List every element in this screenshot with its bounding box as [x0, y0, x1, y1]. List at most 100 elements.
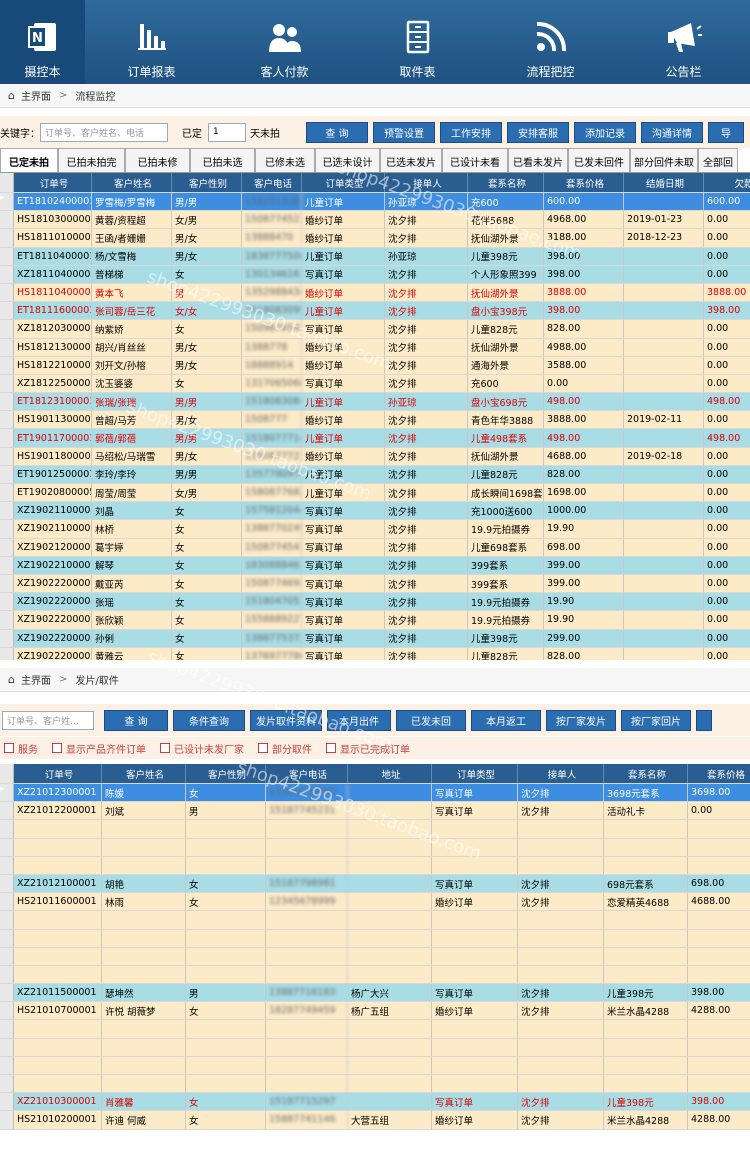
table-row[interactable]: XZ19021200001葛宇婷女15087745439写真订单沈夕排儿童698…	[0, 538, 750, 557]
table-row[interactable]	[0, 1075, 750, 1094]
column-header[interactable]: 订单号	[14, 764, 102, 783]
status-tab-7[interactable]: 已设计未看	[442, 148, 508, 172]
status-tab-1[interactable]: 已拍未拍完	[58, 148, 125, 172]
filter-option-2[interactable]: 已设计未发厂家	[160, 741, 244, 756]
status-tab-8[interactable]: 已看未发片	[508, 148, 568, 172]
table-row[interactable]: XZ21012100001 胡艳女 15187798981 写真订单 沈夕排 698元套系…	[0, 874, 750, 894]
table-row[interactable]: HS18103000001黄蓉/资程超女/男15087745231婚纱订单沈夕排…	[0, 211, 750, 230]
filter-option-1[interactable]: 显示产品齐件订单	[52, 741, 146, 756]
breadcrumb-home[interactable]: 主界面	[21, 672, 51, 687]
status-tab-5[interactable]: 已选未设计	[315, 148, 380, 172]
table-row[interactable]: XZ18110400002普梯梯女13013461636写真订单沈夕排个人形象照…	[0, 265, 750, 284]
table-row[interactable]	[0, 1056, 750, 1075]
home-icon[interactable]: ⌂	[8, 673, 15, 686]
table-row[interactable]: XZ21012200001 刘斌男 15187745231 写真订单 沈夕排 活动礼卡 0.…	[0, 802, 750, 821]
pickup-button-2[interactable]: 发片取件资料	[250, 709, 322, 731]
column-header[interactable]: 客户姓名	[92, 173, 172, 192]
toolbar-button-3[interactable]: 安排客服	[507, 121, 569, 143]
table-row[interactable]: XZ19021100001刘晶女15758120442写真订单沈夕排充1000送…	[0, 502, 750, 521]
pickup-button-1[interactable]: 条件查询	[173, 709, 245, 731]
status-tab-10[interactable]: 部分回件未取	[630, 148, 698, 172]
pickup-button-6[interactable]: 按厂家发片	[546, 709, 616, 731]
table-row[interactable]: ET18111600001张司蓉/岳三花女/女15180830958儿童订单沈夕…	[0, 302, 750, 321]
table-row[interactable]: XZ21010300001 肖雅馨女 15187715297 写真订单 沈夕排 儿童398…	[0, 1093, 750, 1112]
table-row[interactable]	[0, 947, 750, 966]
toolbar-button-1[interactable]: 预警设置	[373, 121, 435, 143]
table-row[interactable]: HS21010700001 许悦 胡薇梦女 18287749459 杨广五组 婚纱订单沈…	[0, 1002, 750, 1021]
status-tab-6[interactable]: 已选未发片	[380, 148, 442, 172]
table-row[interactable]: HS21010200001 许迪 何威女 15887741146 大营五组 婚纱订单 沈夕…	[0, 1111, 750, 1130]
table-row[interactable]: HS18121300001 胡兴/肖丝丝 男/女 1388778 婚纱订单 沈夕排 抚仙湖外…	[0, 338, 750, 357]
table-row[interactable]	[0, 911, 750, 930]
table-row[interactable]: ET19020800005周莹/周莹女/男15808776824儿童订单沈夕排成…	[0, 484, 750, 503]
checkbox[interactable]	[52, 743, 62, 753]
checkbox[interactable]	[258, 743, 268, 753]
table-row[interactable]: HS18110100001 王函/者姗姗 男/女 13888470 婚纱订单 沈夕排 抚仙湖…	[0, 229, 750, 248]
column-header[interactable]: 客户电话	[266, 764, 348, 783]
table-row[interactable]	[0, 965, 750, 985]
column-header[interactable]: 地址	[348, 764, 432, 783]
toolbar-button-6[interactable]: 导	[708, 121, 744, 143]
status-tab-0[interactable]: 已定未拍	[0, 148, 58, 172]
table-row[interactable]: HS18122100001 刘开文/孙榕 男/女 18888914 婚纱订单 沈夕排 通海外…	[0, 356, 750, 375]
table-row[interactable]	[0, 1038, 750, 1057]
home-icon[interactable]: ⌂	[8, 89, 15, 102]
breadcrumb-home[interactable]: 主界面	[21, 88, 51, 103]
table-row[interactable]: ▸ XZ21012300001 陈媛女 13345678903 写真订单 沈夕排 3698元…	[0, 784, 750, 803]
nav-item-2[interactable]: 客人付款	[218, 0, 351, 84]
column-header[interactable]: 客户性别	[172, 173, 242, 192]
nav-item-0[interactable]: N 摄控本	[0, 0, 85, 84]
table-row[interactable]	[0, 838, 750, 857]
table-row[interactable]: XZ19022200005黄雅云女13769777860写真订单沈夕排儿童828…	[0, 647, 750, 660]
column-header[interactable]: 客户电话	[242, 173, 302, 192]
filter-option-3[interactable]: 部分取件	[258, 741, 312, 756]
table-row[interactable]: XZ19021100002林桥女13887702496写真订单沈夕排19.9元拍…	[0, 520, 750, 539]
filter-option-0[interactable]: 服务	[4, 741, 38, 756]
column-header[interactable]: 套系名称	[604, 764, 688, 783]
checkbox[interactable]	[160, 743, 170, 753]
pickup-button-4[interactable]: 已发未回	[396, 709, 466, 731]
column-header[interactable]: 套系价格	[544, 173, 624, 192]
column-header[interactable]: 客户姓名	[102, 764, 186, 783]
table-row[interactable]: HS18110400003黄本飞男13529884342婚纱订单沈夕排抚仙湖外景…	[0, 283, 750, 303]
column-header[interactable]: 接单人	[385, 173, 468, 192]
table-row[interactable]: HS19011800001马绍松/马瑞雪男/女13508777214婚纱订单沈夕…	[0, 447, 750, 466]
table-row[interactable]: XZ19022200004孙俐女13887753727写真订单沈夕排儿童398元…	[0, 629, 750, 648]
column-header[interactable]: 结婚日期	[624, 173, 704, 192]
table-row[interactable]: ▸ET18102400001罗雪梅/罗雪梅男/男15825133821儿童订单孙…	[0, 193, 750, 212]
status-tab-9[interactable]: 已发未回件	[568, 148, 630, 172]
fixed-days-input[interactable]: 1	[208, 122, 246, 142]
table-row[interactable]: ET18123100001张瑞/张瑞男/男15180830840儿童订单孙亚琼盘…	[0, 393, 750, 412]
column-header[interactable]: 套系价格	[688, 764, 750, 783]
status-tab-2[interactable]: 已拍未修	[125, 148, 190, 172]
toolbar-button-5[interactable]: 沟通详情	[641, 121, 703, 143]
pickup-button-3[interactable]: 本月出件	[327, 709, 391, 731]
column-header[interactable]: 订单类型	[302, 173, 385, 192]
table-row[interactable]: HS21011600001 林雨女 12345678999 婚纱订单 沈夕排 恋爱精英46…	[0, 893, 750, 912]
checkbox[interactable]	[326, 743, 336, 753]
toolbar-button-4[interactable]: 添加记录	[574, 121, 636, 143]
table-row[interactable]	[0, 856, 750, 875]
nav-item-5[interactable]: 公告栏	[617, 0, 750, 84]
table-row[interactable]: XZ19022200001戴亚芮女15087746929写真订单沈夕排399套系…	[0, 574, 750, 594]
table-row[interactable]: ET18110400001杨/文雪梅男/女18387775080儿童订单孙亚琼儿…	[0, 247, 750, 266]
table-row[interactable]: XZ18122500001沈玉婆婆女13170650686写真订单沈夕排充600…	[0, 374, 750, 394]
filter-option-4[interactable]: 显示已完成订单	[326, 741, 410, 756]
nav-item-1[interactable]: 订单报表	[85, 0, 218, 84]
toolbar-button-0[interactable]: 查 询	[306, 121, 368, 143]
pickup-button-7[interactable]: 按厂家回片	[621, 709, 691, 731]
status-tab-3[interactable]: 已拍未选	[190, 148, 255, 172]
table-row[interactable]: XZ19022200003张欣颖女15588892279写真订单沈夕排19.9元…	[0, 611, 750, 630]
pickup-button-8[interactable]	[696, 709, 712, 731]
column-header[interactable]: 客户性别	[186, 764, 266, 783]
pickup-search-input[interactable]: 订单号、客户姓...	[2, 710, 94, 730]
toolbar-button-2[interactable]: 工作安排	[440, 121, 502, 143]
table-row[interactable]: HS19011300001 曾超/马芳 男/女 1508777 婚纱订单 沈夕排 青色年华3…	[0, 411, 750, 430]
status-tab-4[interactable]: 已修未选	[255, 148, 315, 172]
column-header[interactable]: 订单号	[14, 173, 92, 192]
table-row[interactable]: XZ21011500001 瑟坤然男 13887716183 杨广大兴 写真订单 沈夕排儿…	[0, 984, 750, 1003]
keyword-input[interactable]: 订单号、客户姓名、电话	[40, 122, 168, 142]
table-row[interactable]: XZ19022100001解琴女18308884615写真订单沈夕排399套系3…	[0, 556, 750, 575]
table-row[interactable]: ET19012500001李玲/李玲男/男13577809758儿童订单沈夕排儿…	[0, 465, 750, 484]
checkbox[interactable]	[4, 743, 14, 753]
